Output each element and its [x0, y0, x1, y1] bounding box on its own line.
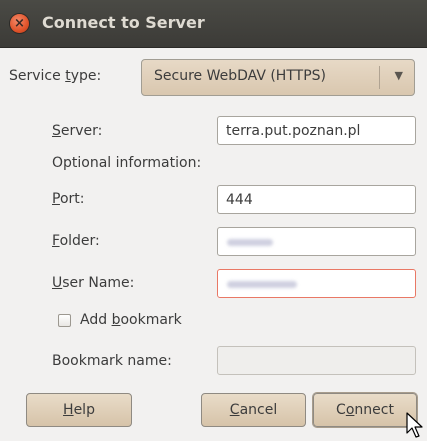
chevron-down-icon: ▼	[394, 69, 403, 82]
redacted-folder-value	[227, 239, 273, 246]
title-bar[interactable]: × Connect to Server	[0, 0, 427, 48]
bookmark-name-input[interactable]	[217, 346, 416, 375]
folder-label: Folder:	[52, 233, 100, 249]
bookmark-name-label: Bookmark name:	[52, 353, 172, 369]
redacted-user-name-value	[227, 281, 297, 288]
mouse-pointer-icon	[406, 412, 423, 438]
optional-information-heading: Optional information:	[52, 155, 202, 171]
close-icon[interactable]: ×	[10, 14, 29, 33]
port-label: Port:	[52, 191, 85, 207]
port-input[interactable]	[217, 185, 416, 214]
folder-input[interactable]	[217, 227, 416, 256]
window-title: Connect to Server	[42, 13, 205, 32]
cancel-button[interactable]: Cancel	[201, 393, 306, 427]
combo-separator	[379, 66, 380, 89]
server-label: Server:	[52, 123, 103, 139]
user-name-input[interactable]	[217, 269, 416, 298]
service-type-select[interactable]: Secure WebDAV (HTTPS) ▼	[141, 59, 415, 96]
connect-button[interactable]: Co nnect	[313, 393, 417, 427]
help-button[interactable]: Help	[26, 393, 132, 427]
service-type-label: Service type:	[9, 68, 102, 84]
service-type-value: Secure WebDAV (HTTPS)	[154, 68, 326, 84]
user-name-label: User Name:	[52, 275, 135, 291]
server-input[interactable]	[217, 116, 416, 145]
connect-to-server-dialog: × Connect to Server Service type: Secure…	[0, 0, 427, 441]
add-bookmark-checkbox[interactable]	[58, 314, 71, 327]
add-bookmark-label[interactable]: Add bookmark	[80, 312, 182, 328]
